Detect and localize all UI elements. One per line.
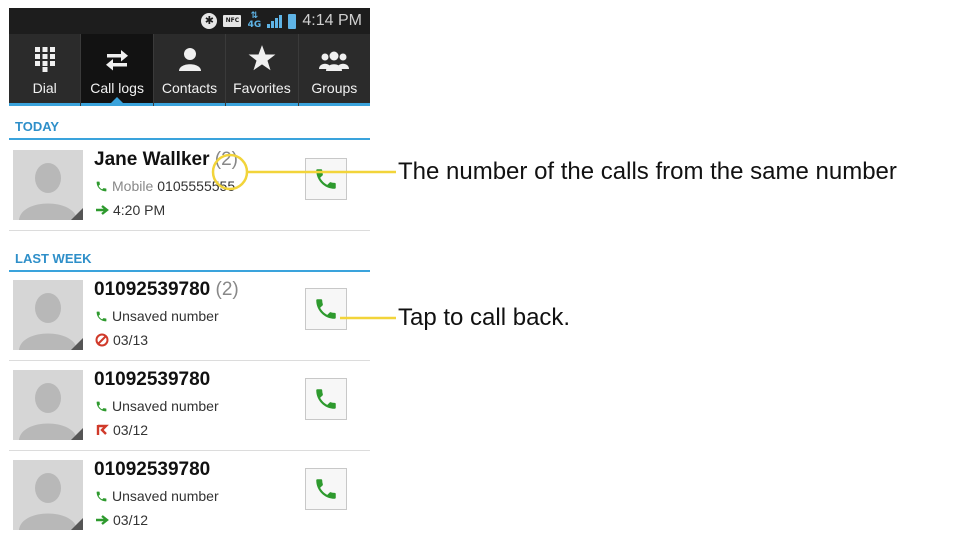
annotation-overlay	[211, 153, 396, 320]
annotation-call-count: The number of the calls from the same nu…	[398, 158, 897, 185]
count-highlight-circle	[211, 153, 249, 191]
annotation-call-back: Tap to call back.	[398, 304, 571, 331]
